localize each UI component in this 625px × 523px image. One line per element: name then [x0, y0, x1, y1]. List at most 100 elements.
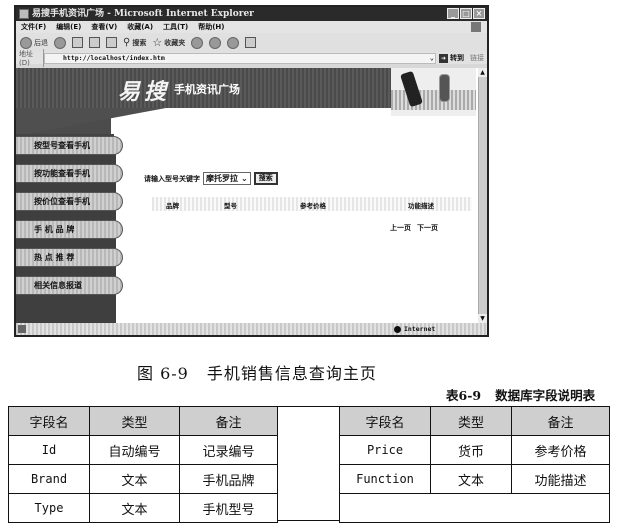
favorites-button[interactable]: ☆ 收藏夹: [152, 36, 185, 49]
table-number: 表6-9: [446, 388, 482, 403]
search-submit-button[interactable]: 搜索: [253, 172, 278, 185]
home-button[interactable]: [106, 37, 117, 48]
table-row-empty: [339, 493, 610, 523]
header-field-name: 字段名: [339, 406, 431, 436]
cell: 货币: [430, 435, 512, 465]
nav-brands[interactable]: 手 机 品 牌: [16, 220, 123, 239]
menu-help[interactable]: 帮助(H): [198, 21, 224, 33]
figure-number: 图 6-9: [137, 364, 189, 383]
cell: Type: [8, 493, 90, 523]
page-icon: [18, 325, 26, 333]
favorites-label: 收藏夹: [164, 38, 186, 47]
star-icon: ☆: [152, 36, 163, 49]
next-page-link[interactable]: 下一页: [417, 223, 438, 233]
cell: 文本: [89, 464, 180, 494]
nav-hot[interactable]: 热 点 推 荐: [16, 248, 123, 267]
chevron-down-icon[interactable]: ⌄: [430, 54, 434, 63]
go-label: 转到: [450, 54, 464, 62]
edit-button[interactable]: [245, 37, 257, 48]
cell: Function: [339, 464, 431, 494]
cell: 手机品牌: [179, 464, 278, 494]
menu-tools[interactable]: 工具(T): [163, 21, 188, 33]
window-title: 易搜手机资讯广场 - Microsoft Internet Explorer: [32, 9, 254, 19]
fields-table-left: 字段名 类型 备注 Id 自动编号 记录编号 Brand 文本 手机品牌 Typ…: [8, 406, 278, 523]
site-slogan: 手机资讯广场: [174, 83, 240, 96]
go-button[interactable]: ➜ 转到: [436, 53, 467, 63]
history-button[interactable]: [191, 36, 204, 49]
back-arrow-icon: [20, 36, 32, 49]
menu-favorites[interactable]: 收藏(A): [127, 21, 153, 33]
security-zone: Internet: [394, 325, 435, 333]
print-button[interactable]: [227, 36, 240, 49]
header-note: 备注: [179, 406, 278, 436]
refresh-button[interactable]: [89, 37, 100, 48]
search-prompt: 请输入型号关键字: [144, 174, 200, 183]
table-row: Function 文本 功能描述: [339, 464, 610, 494]
bar-phone-image: [439, 74, 450, 102]
site-logo: 易搜: [118, 79, 171, 105]
maximize-button[interactable]: □: [460, 8, 472, 19]
menu-edit[interactable]: 编辑(E): [56, 21, 81, 33]
table-row: Brand 文本 手机品牌: [8, 464, 278, 494]
header-type: 类型: [430, 406, 512, 436]
back-button[interactable]: 后退: [20, 36, 48, 49]
table-caption: 表6-9 数据库字段说明表: [446, 385, 595, 404]
minimize-button[interactable]: _: [447, 8, 459, 19]
back-label: 后退: [34, 38, 48, 47]
cell: 文本: [430, 464, 512, 494]
pager: 上一页 下一页: [390, 223, 438, 233]
cell: 记录编号: [179, 435, 278, 465]
search-button[interactable]: ⚲ 搜索: [123, 37, 146, 48]
mail-button[interactable]: [209, 36, 222, 49]
address-input[interactable]: http://localhost/index.htm ⌄: [44, 52, 436, 64]
scroll-up-icon[interactable]: ▲: [478, 68, 487, 77]
menu-file[interactable]: 文件(F): [21, 21, 46, 33]
nav-by-model[interactable]: 按型号查看手机: [16, 136, 123, 155]
page-content: 易搜 手机资讯广场 按型号查看手机 按功能查看手机 按价位查看手机 手 机 品 …: [16, 68, 487, 323]
stop-button[interactable]: [72, 37, 83, 48]
globe-icon: [394, 325, 401, 333]
address-bar: 地址(D) http://localhost/index.htm ⌄ ➜ 转到 链…: [16, 49, 487, 67]
search-form: 请输入型号关键字 摩托罗拉 ⌄ 搜索: [144, 172, 278, 185]
col-price: 参考价格: [300, 202, 326, 210]
address-label: 地址(D): [16, 49, 44, 67]
nav-news[interactable]: 相关信息报道: [16, 276, 123, 295]
table-header-row: 字段名 类型 备注: [8, 406, 278, 436]
cell: 手机型号: [179, 493, 278, 523]
menu-view[interactable]: 查看(V): [91, 21, 117, 33]
search-icon: ⚲: [123, 37, 131, 48]
nav-by-function[interactable]: 按功能查看手机: [16, 164, 123, 183]
phone-images: [391, 68, 476, 116]
header-field-name: 字段名: [8, 406, 90, 436]
brand-select-value: 摩托罗拉: [206, 174, 238, 183]
links-button[interactable]: 链接: [467, 53, 487, 63]
header-note: 备注: [511, 406, 610, 436]
brand-select[interactable]: 摩托罗拉 ⌄: [203, 172, 251, 185]
nav-by-price[interactable]: 按价位查看手机: [16, 192, 123, 211]
table-spacer: [277, 406, 339, 521]
col-model: 型号: [224, 202, 237, 210]
scroll-down-icon[interactable]: ▼: [478, 314, 487, 323]
toolbar: 后退 ⚲ 搜索 ☆ 收藏夹: [16, 33, 487, 52]
vertical-scrollbar[interactable]: ▲ ▼: [478, 68, 487, 323]
phone-stripe: [391, 90, 476, 110]
windows-logo-icon: [471, 22, 481, 32]
prev-page-link[interactable]: 上一页: [390, 223, 411, 233]
cell: 参考价格: [511, 435, 610, 465]
table-row: Type 文本 手机型号: [8, 493, 278, 523]
cell: 自动编号: [89, 435, 180, 465]
close-button[interactable]: ×: [473, 8, 485, 19]
browser-window: 易搜手机资讯广场 - Microsoft Internet Explorer _…: [14, 5, 489, 337]
header-type: 类型: [89, 406, 180, 436]
ie-icon: [19, 9, 29, 19]
forward-button[interactable]: [54, 36, 66, 49]
search-label: 搜索: [132, 38, 147, 47]
menu-bar: 文件(F) 编辑(E) 查看(V) 收藏(A) 工具(T) 帮助(H): [16, 21, 487, 33]
banner-diagonal: [16, 108, 166, 136]
cell: Brand: [8, 464, 90, 494]
table-title: 数据库字段说明表: [495, 388, 596, 403]
cell: 功能描述: [511, 464, 610, 494]
table-row: Id 自动编号 记录编号: [8, 435, 278, 465]
go-arrow-icon: ➜: [439, 53, 448, 63]
cell: 文本: [89, 493, 180, 523]
